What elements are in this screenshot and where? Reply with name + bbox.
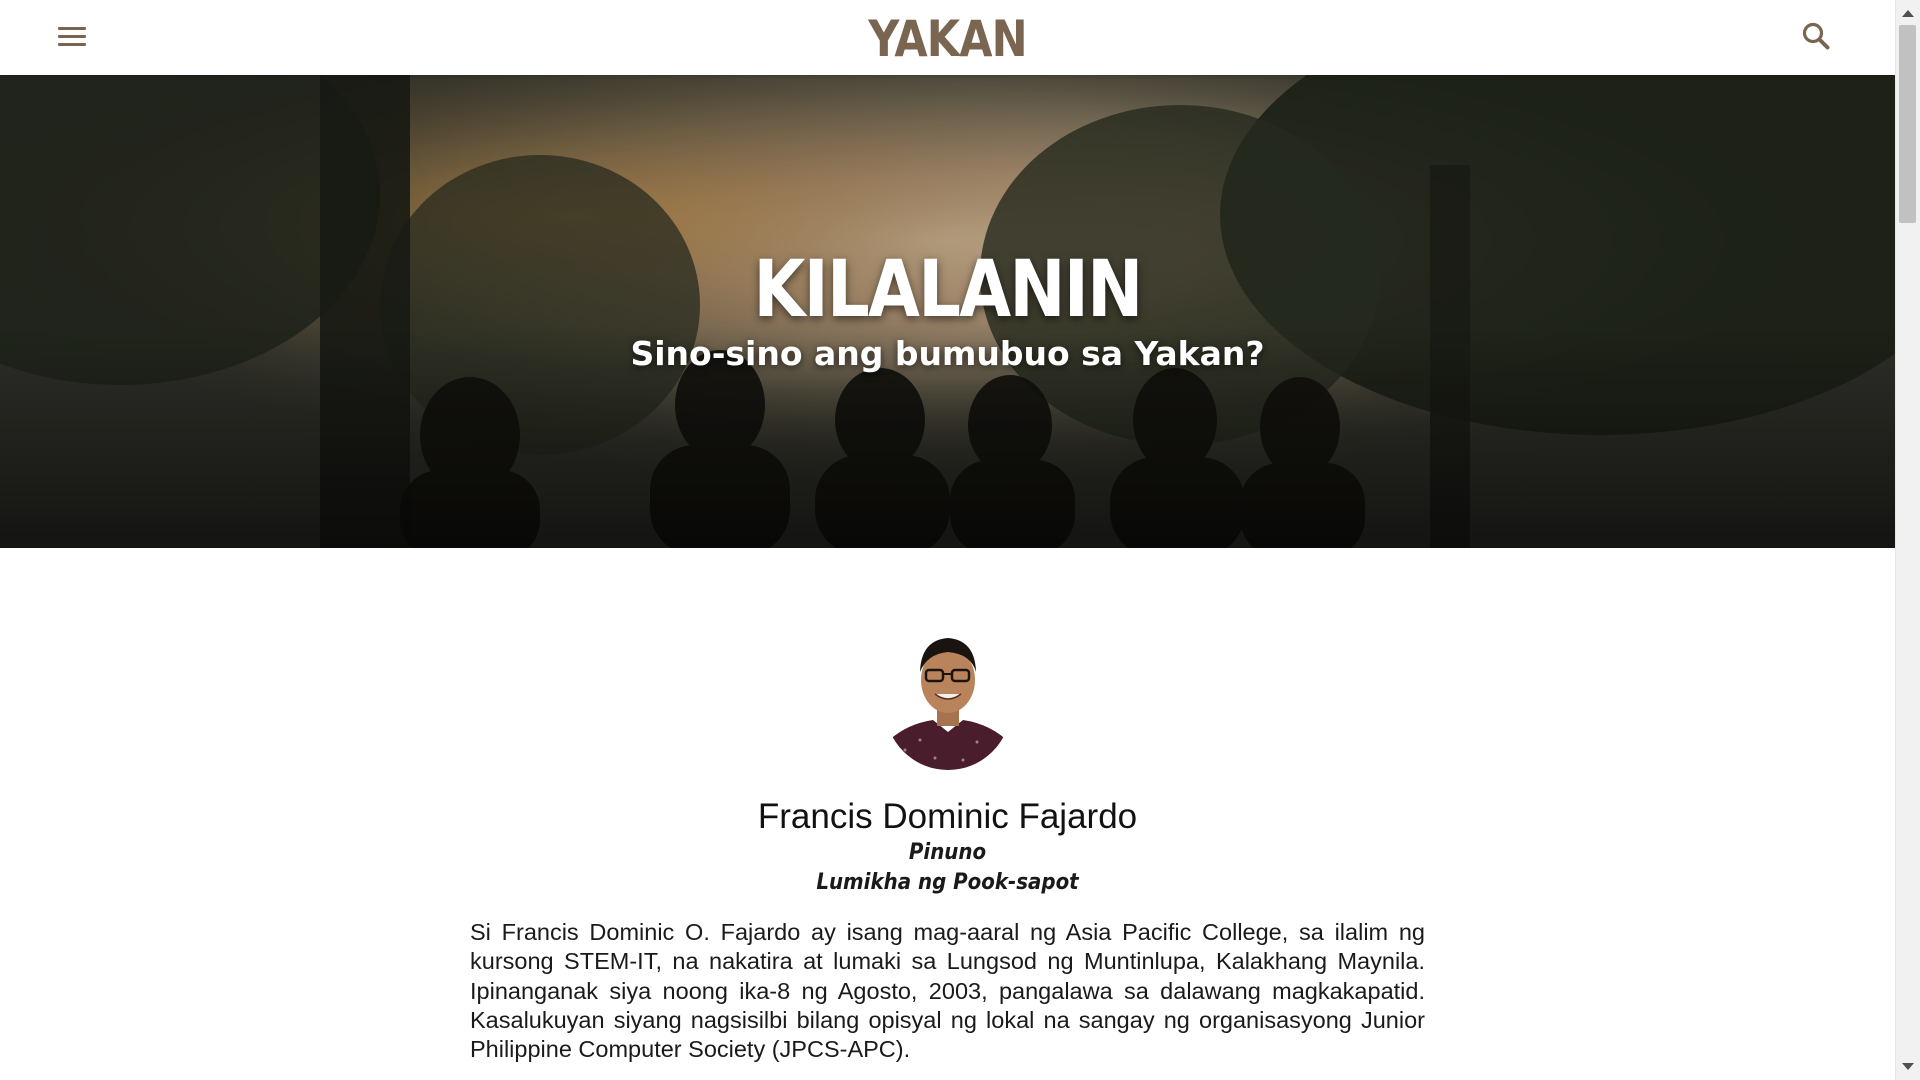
menu-icon-line xyxy=(58,43,86,46)
top-navigation-bar: YAKAN xyxy=(0,0,1895,75)
scroll-down-arrow-icon[interactable] xyxy=(1902,1063,1914,1070)
member-bio: Si Francis Dominic O. Fajardo ay isang m… xyxy=(470,919,1425,1063)
scroll-up-arrow-icon[interactable] xyxy=(1902,10,1914,17)
hero-subtitle: Sino-sino ang bumubuo sa Yakan? xyxy=(630,334,1265,373)
vertical-scrollbar[interactable] xyxy=(1895,0,1920,1080)
hero-banner: KILALANIN Sino-sino ang bumubuo sa Yakan… xyxy=(0,75,1895,548)
browser-viewport: YAKAN KILALANIN Sino-sino ang bumubuo sa… xyxy=(0,0,1920,1080)
member-role-primary: Pinuno xyxy=(908,840,987,865)
profile-avatar xyxy=(885,632,1011,770)
member-name: Francis Dominic Fajardo xyxy=(757,797,1138,836)
scrollbar-thumb[interactable] xyxy=(1899,25,1916,223)
menu-icon-line xyxy=(58,27,86,30)
menu-icon-line xyxy=(58,35,86,38)
avatar-portrait xyxy=(885,632,1011,770)
hamburger-menu-icon[interactable] xyxy=(50,17,94,57)
site-logo[interactable]: YAKAN xyxy=(868,10,1027,68)
hero-title: KILALANIN xyxy=(753,245,1143,335)
member-role-secondary: Lumikha ng Pook-sapot xyxy=(816,870,1079,895)
site-logo-wrapper: YAKAN xyxy=(133,6,1763,72)
search-icon[interactable] xyxy=(1796,17,1838,59)
page: YAKAN KILALANIN Sino-sino ang bumubuo sa… xyxy=(0,0,1895,1080)
search-icon-graphic xyxy=(1802,22,1830,50)
